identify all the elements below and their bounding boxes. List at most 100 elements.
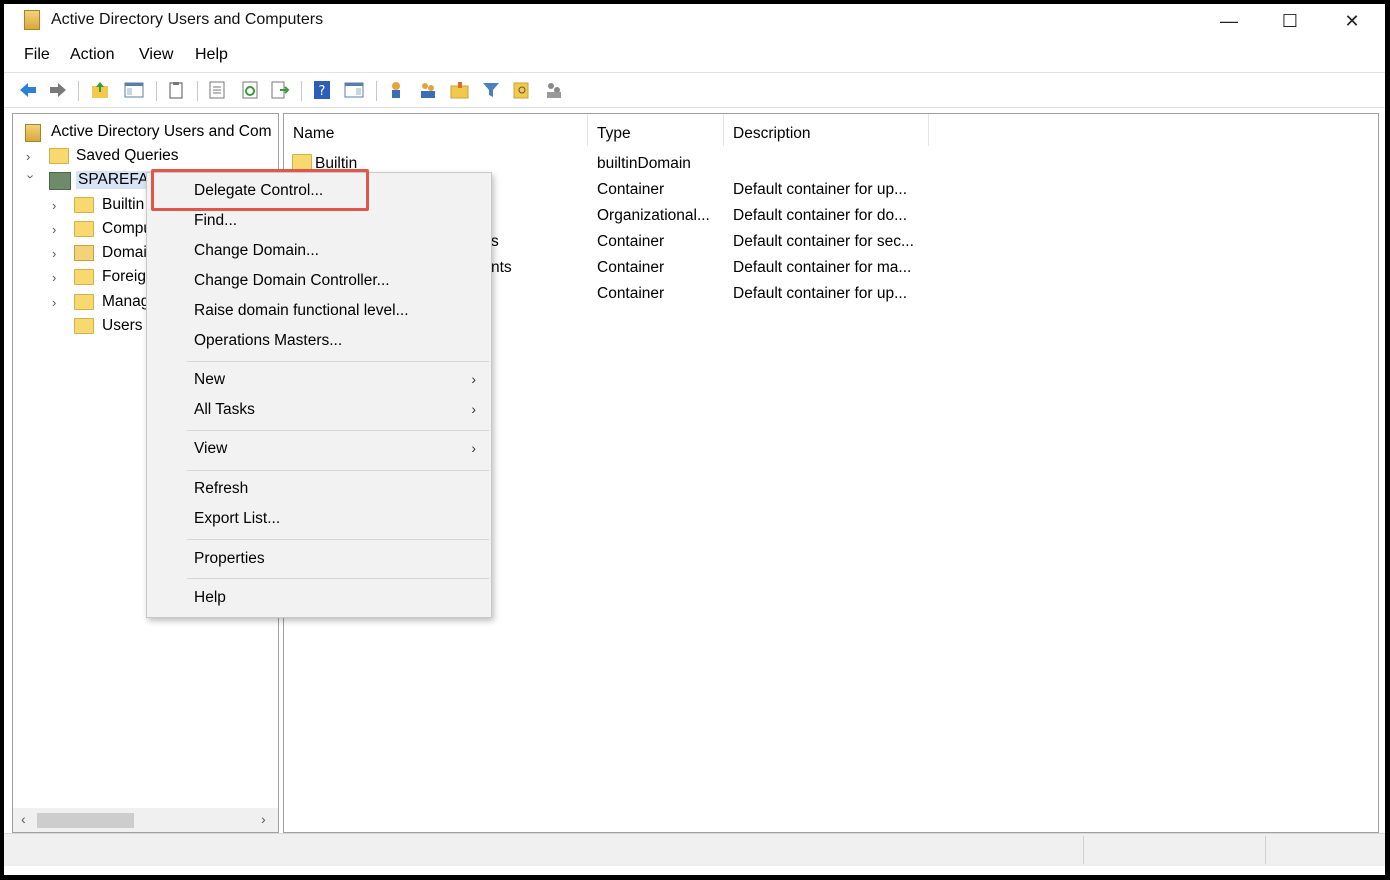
menu-item-view[interactable]: View ›	[148, 435, 490, 463]
add-user-icon[interactable]	[387, 81, 407, 99]
menu-separator	[187, 578, 489, 579]
menu-item-raise-domain-functional-level[interactable]: Raise domain functional level...	[148, 297, 490, 325]
toolbar-separator	[156, 81, 157, 101]
minimize-button[interactable]: —	[1201, 4, 1257, 38]
folder-icon	[74, 221, 94, 237]
menu-separator	[187, 470, 489, 471]
folder-icon	[74, 269, 94, 285]
column-header-description[interactable]: Description	[724, 114, 929, 146]
minimize-icon: —	[1220, 10, 1238, 31]
submenu-arrow-icon: ›	[471, 440, 476, 456]
menu-item-export-list[interactable]: Export List...	[148, 505, 490, 533]
action-pane-icon[interactable]	[344, 81, 364, 99]
list-cell-name[interactable]: s	[491, 233, 499, 251]
column-header-label: Description	[733, 125, 811, 142]
refresh-icon[interactable]	[240, 81, 260, 99]
tree-item-label: Domai	[102, 244, 147, 261]
add-ou-icon[interactable]	[450, 81, 470, 99]
domain-icon	[49, 172, 71, 190]
scroll-right-icon[interactable]: ›	[261, 811, 266, 827]
tree-horizontal-scrollbar[interactable]: ‹ ›	[13, 808, 278, 832]
back-icon[interactable]	[18, 81, 38, 99]
title-bar: Active Directory Users and Computers — ☐…	[4, 4, 1385, 38]
list-cell-description: Default container for ma...	[733, 259, 912, 276]
menu-view[interactable]: View	[139, 46, 173, 64]
chevron-right-icon[interactable]: ›	[52, 246, 64, 261]
folder-icon	[74, 294, 94, 310]
help-icon[interactable]: ?	[312, 81, 332, 99]
paste-icon[interactable]	[166, 81, 186, 99]
chevron-right-icon[interactable]: ›	[52, 295, 64, 310]
scrollbar-thumb[interactable]	[37, 813, 134, 828]
menu-separator	[187, 361, 489, 362]
menu-item-label: Change Domain...	[194, 242, 319, 259]
list-cell-name[interactable]: nts	[491, 259, 512, 277]
window-title: Active Directory Users and Computers	[51, 11, 324, 28]
submenu-arrow-icon: ›	[471, 401, 476, 417]
column-header-label: Type	[597, 125, 631, 142]
scroll-left-icon[interactable]: ‹	[21, 811, 26, 827]
list-cell-description: Default container for sec...	[733, 233, 914, 250]
forward-icon[interactable]	[48, 81, 68, 99]
menu-file[interactable]: File	[24, 46, 50, 64]
menu-item-operations-masters[interactable]: Operations Masters...	[148, 327, 490, 355]
find-icon[interactable]	[512, 81, 532, 99]
menu-bar: File Action View Help	[4, 42, 1385, 68]
maximize-icon: ☐	[1281, 10, 1299, 31]
column-header-type[interactable]: Type	[588, 114, 724, 146]
chevron-right-icon[interactable]: ›	[52, 270, 64, 285]
menu-item-label: Export List...	[194, 510, 281, 527]
column-header-name[interactable]: Name	[284, 114, 588, 146]
menu-item-new[interactable]: New ›	[148, 366, 490, 394]
chevron-right-icon[interactable]: ›	[52, 222, 64, 237]
menu-item-help[interactable]: Help	[148, 584, 490, 612]
folder-icon	[74, 197, 94, 213]
tree-item-label: Compu	[102, 220, 152, 237]
tree-root-label: Active Directory Users and Com	[51, 123, 272, 140]
list-cell-description: Default container for up...	[733, 285, 908, 302]
properties-icon[interactable]	[207, 81, 227, 99]
menu-item-properties[interactable]: Properties	[148, 545, 490, 573]
menu-item-label: Help	[194, 589, 226, 606]
up-folder-icon[interactable]	[90, 81, 110, 99]
show-hide-console-tree-icon[interactable]	[124, 81, 144, 99]
toolbar-separator	[301, 81, 302, 101]
folder-icon	[74, 318, 94, 334]
menu-help[interactable]: Help	[195, 46, 228, 64]
list-cell-type: Container	[597, 181, 665, 198]
menu-action[interactable]: Action	[70, 46, 114, 64]
menu-item-all-tasks[interactable]: All Tasks ›	[148, 396, 490, 424]
list-cell-type: Container	[597, 285, 665, 302]
status-bar	[4, 833, 1385, 866]
chevron-right-icon[interactable]: ›	[26, 149, 38, 164]
filter-icon[interactable]	[481, 81, 501, 99]
toolbar-separator	[78, 81, 79, 101]
ad-app-icon	[24, 10, 40, 30]
menu-item-change-domain[interactable]: Change Domain...	[148, 237, 490, 265]
list-cell-description: Default container for up...	[733, 181, 908, 198]
add-group-icon[interactable]	[418, 81, 438, 99]
column-header-label: Name	[293, 125, 335, 142]
list-cell-type: Organizational...	[597, 207, 710, 224]
close-button[interactable]: ✕	[1324, 4, 1380, 38]
menu-separator	[187, 539, 489, 540]
svg-text:?: ?	[319, 84, 326, 99]
menu-item-label: Find...	[194, 212, 238, 229]
menu-separator	[187, 430, 489, 431]
export-list-icon[interactable]	[270, 81, 290, 99]
menu-item-refresh[interactable]: Refresh	[148, 475, 490, 503]
tree-item-label: Manag	[102, 293, 150, 310]
maximize-button[interactable]: ☐	[1262, 4, 1318, 38]
delegate-icon[interactable]	[544, 81, 564, 99]
menu-item-label: Refresh	[194, 480, 249, 497]
menu-item-label: Properties	[194, 550, 265, 567]
menu-item-label: View	[194, 440, 228, 457]
close-icon: ✕	[1344, 10, 1360, 31]
menu-item-label: New	[194, 371, 226, 388]
chevron-down-icon[interactable]: ›	[24, 175, 39, 187]
status-divider	[1083, 836, 1084, 864]
toolbar: ?	[4, 72, 1385, 108]
menu-item-find[interactable]: Find...	[148, 207, 490, 235]
menu-item-change-domain-controller[interactable]: Change Domain Controller...	[148, 267, 490, 295]
chevron-right-icon[interactable]: ›	[52, 198, 64, 213]
